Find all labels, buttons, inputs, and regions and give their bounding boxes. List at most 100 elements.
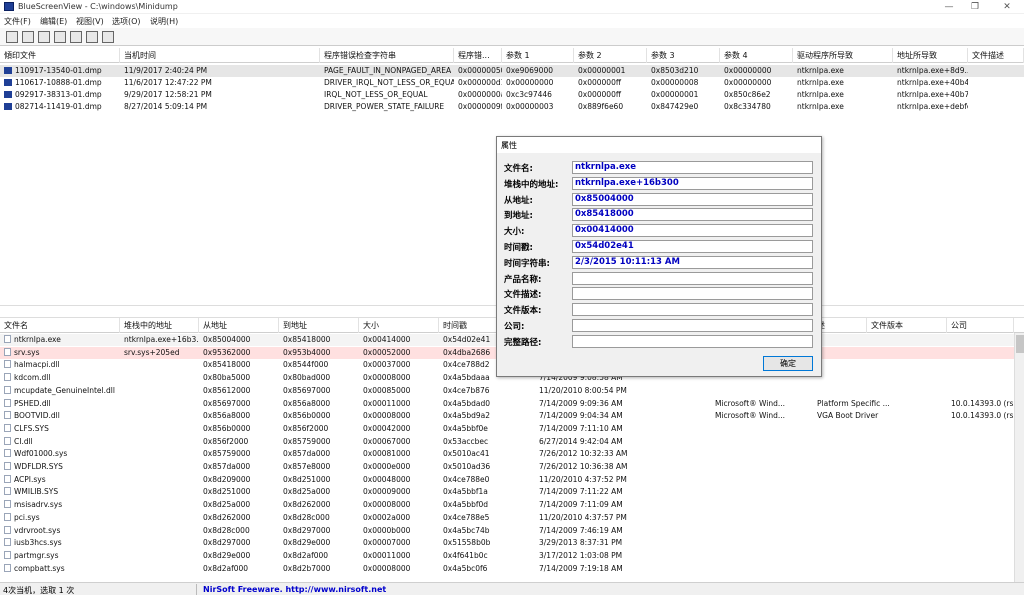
driver-row[interactable]: Wdf01000.sys 0x85759000 0x857da000 0x000810… [0, 448, 1024, 460]
cell-text: partmgr.sys [14, 550, 59, 560]
dump-row[interactable]: 110917-13540-01.dmp 11/9/2017 2:40:24 PM… [0, 65, 1024, 77]
cell-text: 0x4ce788e5 [443, 512, 490, 522]
col-company[interactable]: 公司 [947, 318, 1014, 333]
col-size[interactable]: 大小 [359, 318, 439, 333]
param-2-cell: 0x000000ff [578, 90, 622, 99]
copy-icon[interactable] [54, 31, 66, 43]
col-from-address[interactable]: 从地址 [199, 318, 279, 333]
driver-row[interactable]: WMILIB.SYS 0x8d251000 0x8d25a000 0x00009000… [0, 486, 1024, 498]
options-icon[interactable] [70, 31, 82, 43]
driver-row[interactable]: msisadrv.sys 0x8d25a000 0x8d262000 0x000080… [0, 499, 1024, 511]
scrollbar-thumb[interactable] [1016, 335, 1024, 353]
property-value-field[interactable]: 0x00414000 [572, 224, 813, 238]
dump-row[interactable]: 092917-38313-01.dmp 9/29/2017 12:58:21 P… [0, 89, 1024, 101]
driver-row[interactable]: partmgr.sys 0x8d29e000 0x8d2af000 0x0001100… [0, 550, 1024, 562]
filename-cell: compbatt.sys [0, 563, 120, 575]
cell-text: 7/14/2009 9:09:36 AM [539, 398, 623, 408]
size-cell: 0x00042000 [359, 423, 439, 435]
driver-row[interactable]: CLFS.SYS 0x856b0000 0x856f2000 0x00042000 0x… [0, 423, 1024, 435]
menu-help[interactable]: 说明(H) [150, 16, 178, 27]
file-version-cell: Platform Specific ... [813, 398, 893, 410]
to-address-cell: 0x857e8000 [279, 461, 359, 473]
property-value-field[interactable]: ntkrnlpa.exe+16b300 [572, 176, 813, 190]
property-value-field[interactable]: ntkrnlpa.exe [572, 161, 813, 174]
refresh-icon[interactable] [38, 31, 50, 43]
menu-view[interactable]: 视图(V) [76, 16, 104, 27]
property-value-field[interactable]: 2/3/2015 10:11:13 AM [572, 255, 813, 269]
file-version-cell [813, 436, 893, 448]
dump-icon [4, 67, 12, 74]
size-cell: 0x00011000 [359, 550, 439, 562]
col-filename[interactable]: 文件名 [0, 318, 120, 333]
nirsoft-link[interactable]: NirSoft Freeware. http://www.nirsoft.net [203, 585, 386, 594]
driver-list-scrollbar[interactable] [1014, 333, 1024, 582]
property-value-field[interactable] [572, 287, 813, 301]
driver-row[interactable]: BOOTVID.dll 0x856a8000 0x856b0000 0x0000800… [0, 410, 1024, 422]
col-param-4[interactable]: 参数 4 [720, 48, 793, 63]
ok-button[interactable]: 确定 [763, 356, 813, 371]
property-value-field[interactable] [572, 334, 813, 348]
driver-row[interactable]: CI.dll 0x856f2000 0x85759000 0x00067000 0x53… [0, 436, 1024, 448]
col-dump-file[interactable]: 傾印文件 [0, 48, 120, 63]
cell-text: 6/27/2014 9:42:04 AM [539, 436, 623, 446]
filename-cell: ntkrnlpa.exe [0, 334, 120, 346]
property-value-field[interactable]: 0x85418000 [572, 208, 813, 222]
size-cell: 0x00067000 [359, 436, 439, 448]
cell-text: compbatt.sys [14, 563, 65, 573]
property-value-field[interactable] [572, 271, 813, 285]
property-label: 堆栈中的地址: [504, 179, 559, 190]
dump-row[interactable]: 082714-11419-01.dmp 8/27/2014 5:09:14 PM… [0, 101, 1024, 113]
property-value-field[interactable]: 0x54d02e41 [572, 240, 813, 253]
stack-address-cell [120, 461, 199, 473]
col-caused-by-driver[interactable]: 驱动程序所导致 [793, 48, 893, 63]
dump-row[interactable]: 110617-10888-01.dmp 11/6/2017 12:47:22 P… [0, 77, 1024, 89]
driver-row[interactable]: ACPI.sys 0x8d209000 0x8d251000 0x00048000 0x… [0, 474, 1024, 486]
driver-row[interactable]: PSHED.dll 0x85697000 0x856a8000 0x00011000 0… [0, 398, 1024, 410]
cell-text: 7/14/2009 9:04:34 AM [539, 411, 623, 421]
col-bug-check-code[interactable]: 程序错... [454, 48, 502, 63]
cell-text: 3/17/2012 1:03:08 PM [539, 550, 623, 560]
save-icon[interactable] [22, 31, 34, 43]
driver-row[interactable]: compbatt.sys 0x8d2af000 0x8d2b7000 0x000080… [0, 563, 1024, 575]
description-cell [711, 474, 813, 486]
description-cell [711, 512, 813, 524]
col-bug-check-string[interactable]: 程序错误检查字符串 [320, 48, 454, 63]
menu-edit[interactable]: 编辑(E) [40, 16, 67, 27]
col-file-version[interactable]: 文件版本 [867, 318, 947, 333]
description-cell [711, 448, 813, 460]
col-to-address[interactable]: 到地址 [279, 318, 359, 333]
driver-row[interactable]: pci.sys 0x8d262000 0x8d28c000 0x0002a000 0x4… [0, 512, 1024, 524]
size-cell: 0x00048000 [359, 474, 439, 486]
driver-row[interactable]: mcupdate_GenuineIntel.dll 0x85612000 0x856… [0, 385, 1024, 397]
property-value-field[interactable] [572, 303, 813, 317]
menu-options[interactable]: 选项(O) [112, 16, 141, 27]
col-param-3[interactable]: 参数 3 [647, 48, 720, 63]
close-button[interactable]: ✕ [992, 0, 1022, 14]
col-stack-address[interactable]: 堆栈中的地址 [120, 318, 199, 333]
cell-text: 7/14/2009 7:46:19 AM [539, 525, 623, 535]
to-address-cell: 0x856a8000 [279, 398, 359, 410]
dialog-close-icon[interactable]: ✕ [501, 140, 815, 149]
property-value-field[interactable] [572, 319, 813, 332]
cell-text: ACPI.sys [14, 474, 46, 484]
param-1-cell: 0x00000000 [506, 78, 554, 87]
cell-text: 7/14/2009 7:19:18 AM [539, 563, 623, 573]
col-param-2[interactable]: 参数 2 [574, 48, 647, 63]
html-report-icon[interactable] [86, 31, 98, 43]
menu-file[interactable]: 文件(F) [4, 16, 31, 27]
driver-row[interactable]: iusb3hcs.sys 0x8d297000 0x8d29e000 0x000070… [0, 537, 1024, 549]
property-value-field[interactable]: 0x85004000 [572, 192, 813, 206]
file-version-cell [813, 537, 893, 549]
col-caused-by-address[interactable]: 地址所导致 [893, 48, 968, 63]
dump-file-cell: 082714-11419-01.dmp [0, 101, 120, 113]
driver-row[interactable]: WDFLDR.SYS 0x857da000 0x857e8000 0x0000e000… [0, 461, 1024, 473]
exit-icon[interactable] [102, 31, 114, 43]
driver-row[interactable]: vdrvroot.sys 0x8d28c000 0x8d297000 0x0000b0… [0, 525, 1024, 537]
col-crash-time[interactable]: 当机时间 [120, 48, 320, 63]
time-string-cell: 3/29/2013 8:37:31 PM [535, 537, 635, 549]
cell-text: 0x95362000 [203, 347, 251, 357]
maximize-button[interactable]: ❐ [960, 0, 990, 14]
properties-icon[interactable] [6, 31, 18, 43]
col-param-1[interactable]: 参数 1 [502, 48, 574, 63]
col-file-description[interactable]: 文件描述 [968, 48, 1024, 63]
